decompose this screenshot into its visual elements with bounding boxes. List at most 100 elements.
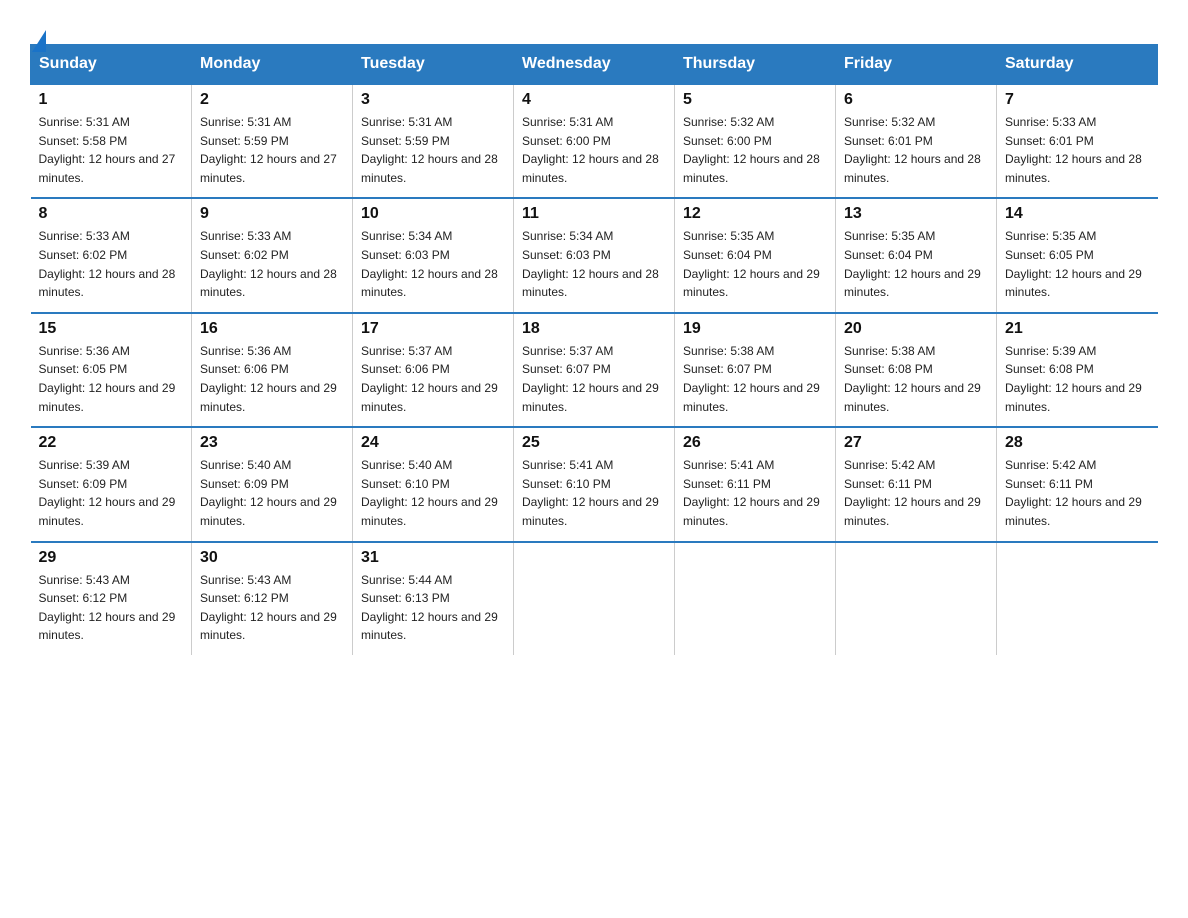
weekday-header-tuesday: Tuesday [353,45,514,85]
calendar-cell [997,542,1158,655]
calendar-cell: 3 Sunrise: 5:31 AMSunset: 5:59 PMDayligh… [353,84,514,198]
calendar-cell: 20 Sunrise: 5:38 AMSunset: 6:08 PMDaylig… [836,313,997,427]
calendar-cell [675,542,836,655]
day-number: 13 [844,205,988,223]
calendar-cell: 10 Sunrise: 5:34 AMSunset: 6:03 PMDaylig… [353,198,514,312]
weekday-header-row: SundayMondayTuesdayWednesdayThursdayFrid… [31,45,1158,85]
day-info: Sunrise: 5:35 AMSunset: 6:05 PMDaylight:… [1005,227,1150,301]
day-info: Sunrise: 5:35 AMSunset: 6:04 PMDaylight:… [844,227,988,301]
day-number: 31 [361,549,505,567]
day-number: 1 [39,91,184,109]
calendar-cell: 29 Sunrise: 5:43 AMSunset: 6:12 PMDaylig… [31,542,192,655]
day-number: 18 [522,320,666,338]
day-info: Sunrise: 5:34 AMSunset: 6:03 PMDaylight:… [522,227,666,301]
day-number: 24 [361,434,505,452]
day-info: Sunrise: 5:38 AMSunset: 6:08 PMDaylight:… [844,342,988,416]
day-number: 15 [39,320,184,338]
calendar-cell: 15 Sunrise: 5:36 AMSunset: 6:05 PMDaylig… [31,313,192,427]
day-number: 3 [361,91,505,109]
calendar-week-row: 15 Sunrise: 5:36 AMSunset: 6:05 PMDaylig… [31,313,1158,427]
day-number: 8 [39,205,184,223]
calendar-cell: 6 Sunrise: 5:32 AMSunset: 6:01 PMDayligh… [836,84,997,198]
day-info: Sunrise: 5:40 AMSunset: 6:10 PMDaylight:… [361,456,505,530]
day-info: Sunrise: 5:31 AMSunset: 5:58 PMDaylight:… [39,113,184,187]
weekday-header-sunday: Sunday [31,45,192,85]
calendar-cell: 30 Sunrise: 5:43 AMSunset: 6:12 PMDaylig… [192,542,353,655]
calendar-cell: 1 Sunrise: 5:31 AMSunset: 5:58 PMDayligh… [31,84,192,198]
calendar-cell [836,542,997,655]
day-number: 30 [200,549,344,567]
day-number: 25 [522,434,666,452]
day-number: 27 [844,434,988,452]
calendar-cell: 14 Sunrise: 5:35 AMSunset: 6:05 PMDaylig… [997,198,1158,312]
calendar-cell: 17 Sunrise: 5:37 AMSunset: 6:06 PMDaylig… [353,313,514,427]
day-info: Sunrise: 5:34 AMSunset: 6:03 PMDaylight:… [361,227,505,301]
day-info: Sunrise: 5:33 AMSunset: 6:02 PMDaylight:… [200,227,344,301]
day-info: Sunrise: 5:31 AMSunset: 6:00 PMDaylight:… [522,113,666,187]
day-info: Sunrise: 5:31 AMSunset: 5:59 PMDaylight:… [361,113,505,187]
day-number: 16 [200,320,344,338]
day-number: 29 [39,549,184,567]
calendar-cell: 11 Sunrise: 5:34 AMSunset: 6:03 PMDaylig… [514,198,675,312]
weekday-header-thursday: Thursday [675,45,836,85]
calendar-cell: 27 Sunrise: 5:42 AMSunset: 6:11 PMDaylig… [836,427,997,541]
calendar-week-row: 22 Sunrise: 5:39 AMSunset: 6:09 PMDaylig… [31,427,1158,541]
day-info: Sunrise: 5:33 AMSunset: 6:02 PMDaylight:… [39,227,184,301]
day-info: Sunrise: 5:33 AMSunset: 6:01 PMDaylight:… [1005,113,1150,187]
day-number: 7 [1005,91,1150,109]
day-info: Sunrise: 5:41 AMSunset: 6:11 PMDaylight:… [683,456,827,530]
day-info: Sunrise: 5:32 AMSunset: 6:00 PMDaylight:… [683,113,827,187]
day-number: 4 [522,91,666,109]
weekday-header-wednesday: Wednesday [514,45,675,85]
calendar-cell: 4 Sunrise: 5:31 AMSunset: 6:00 PMDayligh… [514,84,675,198]
day-number: 9 [200,205,344,223]
calendar-cell: 28 Sunrise: 5:42 AMSunset: 6:11 PMDaylig… [997,427,1158,541]
calendar-cell: 12 Sunrise: 5:35 AMSunset: 6:04 PMDaylig… [675,198,836,312]
day-number: 2 [200,91,344,109]
calendar-cell: 31 Sunrise: 5:44 AMSunset: 6:13 PMDaylig… [353,542,514,655]
day-info: Sunrise: 5:35 AMSunset: 6:04 PMDaylight:… [683,227,827,301]
day-number: 14 [1005,205,1150,223]
day-info: Sunrise: 5:39 AMSunset: 6:08 PMDaylight:… [1005,342,1150,416]
day-info: Sunrise: 5:32 AMSunset: 6:01 PMDaylight:… [844,113,988,187]
day-number: 11 [522,205,666,223]
day-number: 5 [683,91,827,109]
day-info: Sunrise: 5:37 AMSunset: 6:06 PMDaylight:… [361,342,505,416]
calendar-cell: 23 Sunrise: 5:40 AMSunset: 6:09 PMDaylig… [192,427,353,541]
calendar-cell: 9 Sunrise: 5:33 AMSunset: 6:02 PMDayligh… [192,198,353,312]
day-number: 19 [683,320,827,338]
day-number: 12 [683,205,827,223]
calendar-cell: 19 Sunrise: 5:38 AMSunset: 6:07 PMDaylig… [675,313,836,427]
calendar-cell: 21 Sunrise: 5:39 AMSunset: 6:08 PMDaylig… [997,313,1158,427]
calendar-cell: 16 Sunrise: 5:36 AMSunset: 6:06 PMDaylig… [192,313,353,427]
weekday-header-friday: Friday [836,45,997,85]
calendar-week-row: 8 Sunrise: 5:33 AMSunset: 6:02 PMDayligh… [31,198,1158,312]
calendar-cell: 8 Sunrise: 5:33 AMSunset: 6:02 PMDayligh… [31,198,192,312]
day-number: 17 [361,320,505,338]
day-info: Sunrise: 5:37 AMSunset: 6:07 PMDaylight:… [522,342,666,416]
calendar-cell [514,542,675,655]
calendar-cell: 13 Sunrise: 5:35 AMSunset: 6:04 PMDaylig… [836,198,997,312]
weekday-header-saturday: Saturday [997,45,1158,85]
calendar-cell: 25 Sunrise: 5:41 AMSunset: 6:10 PMDaylig… [514,427,675,541]
day-info: Sunrise: 5:39 AMSunset: 6:09 PMDaylight:… [39,456,184,530]
calendar-week-row: 29 Sunrise: 5:43 AMSunset: 6:12 PMDaylig… [31,542,1158,655]
day-info: Sunrise: 5:43 AMSunset: 6:12 PMDaylight:… [200,571,344,645]
day-number: 20 [844,320,988,338]
day-info: Sunrise: 5:36 AMSunset: 6:06 PMDaylight:… [200,342,344,416]
calendar-cell: 2 Sunrise: 5:31 AMSunset: 5:59 PMDayligh… [192,84,353,198]
day-info: Sunrise: 5:41 AMSunset: 6:10 PMDaylight:… [522,456,666,530]
day-number: 26 [683,434,827,452]
calendar-week-row: 1 Sunrise: 5:31 AMSunset: 5:58 PMDayligh… [31,84,1158,198]
calendar-cell: 7 Sunrise: 5:33 AMSunset: 6:01 PMDayligh… [997,84,1158,198]
calendar-table: SundayMondayTuesdayWednesdayThursdayFrid… [30,44,1158,655]
day-info: Sunrise: 5:36 AMSunset: 6:05 PMDaylight:… [39,342,184,416]
day-number: 21 [1005,320,1150,338]
calendar-cell: 22 Sunrise: 5:39 AMSunset: 6:09 PMDaylig… [31,427,192,541]
calendar-cell: 26 Sunrise: 5:41 AMSunset: 6:11 PMDaylig… [675,427,836,541]
day-info: Sunrise: 5:43 AMSunset: 6:12 PMDaylight:… [39,571,184,645]
calendar-cell: 24 Sunrise: 5:40 AMSunset: 6:10 PMDaylig… [353,427,514,541]
day-number: 22 [39,434,184,452]
calendar-cell: 5 Sunrise: 5:32 AMSunset: 6:00 PMDayligh… [675,84,836,198]
day-number: 6 [844,91,988,109]
